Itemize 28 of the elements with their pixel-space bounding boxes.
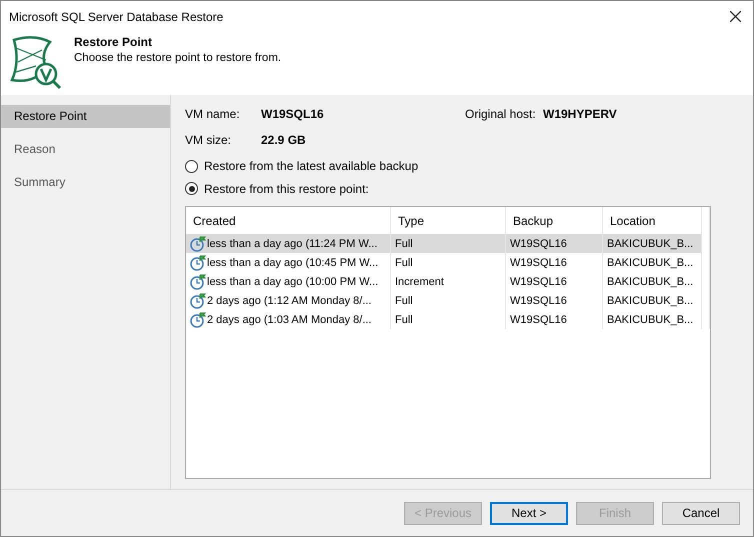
sidebar-item[interactable]: Summary [1, 171, 170, 194]
restore-point-icon [190, 312, 206, 328]
host-value: W19HYPERV [543, 106, 617, 121]
vm-name-value: W19SQL16 [261, 106, 325, 121]
restore-point-icon [190, 254, 206, 271]
restore-point-icon [190, 274, 206, 290]
close-icon[interactable] [730, 11, 741, 22]
wizard-button[interactable]: Cancel [662, 502, 740, 524]
sidebar-item[interactable]: Restore Point [1, 105, 170, 128]
restore-point-icon [190, 236, 206, 252]
table-cell: Full [391, 234, 506, 254]
radio-button[interactable] [185, 160, 198, 173]
vm-size-label: VM size: [185, 133, 232, 148]
sidebar-item[interactable]: Reason [1, 138, 170, 161]
table-cell: BAKICUBUK_B... [603, 234, 702, 254]
wizard-button[interactable]: Next > [490, 502, 568, 524]
step-description: Choose the restore point to restore from. [74, 52, 282, 64]
window-title: Microsoft SQL Server Database Restore [9, 10, 224, 24]
table-cell: W19SQL16 [506, 234, 603, 254]
radio-button[interactable] [185, 182, 198, 196]
step-title: Restore Point [74, 35, 154, 49]
vm-name-label: VM name: [185, 106, 241, 121]
restore-point-icon [190, 292, 206, 309]
table-row-cell[interactable]: less than a day ago (11:24 PM W... [186, 234, 391, 254]
vm-size-value: 22.9 GB [261, 133, 306, 148]
host-label: Original host: [465, 106, 537, 121]
radio-label: Restore from the latest available backup [204, 159, 418, 174]
radio-label: Restore from this restore point: [204, 182, 369, 196]
